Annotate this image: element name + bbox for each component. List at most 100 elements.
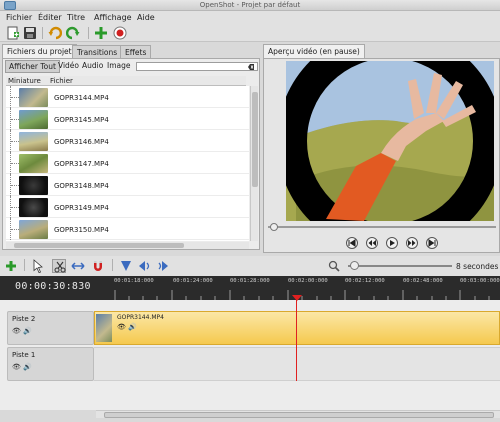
- razor-icon[interactable]: [52, 259, 66, 273]
- scrollbar-handle[interactable]: [252, 92, 258, 187]
- video-thumbnail: [19, 110, 48, 129]
- list-item[interactable]: GOPR3146.MP4: [6, 130, 249, 152]
- ruler-tick-label: 00:01:28:000: [230, 278, 270, 284]
- main-toolbar: [0, 24, 500, 42]
- clear-filter-icon[interactable]: [247, 63, 255, 71]
- track-header-piste-1[interactable]: Piste 1 👁 🔊: [7, 347, 94, 381]
- jump-end-button[interactable]: [426, 237, 438, 249]
- zoom-track: [348, 265, 452, 267]
- tab-transitions[interactable]: Transitions: [72, 45, 123, 58]
- select-pointer-icon[interactable]: [31, 259, 45, 273]
- file-name: GOPR3147.MP4: [54, 160, 109, 168]
- save-icon[interactable]: [23, 26, 37, 40]
- tab-video-preview[interactable]: Aperçu vidéo (en pause): [263, 44, 365, 58]
- filter-audio[interactable]: Audio: [79, 60, 106, 71]
- clip-controls: 👁 🔊: [117, 323, 137, 331]
- list-item[interactable]: GOPR3149.MP4: [6, 196, 249, 218]
- video-thumbnail: [19, 176, 48, 195]
- column-thumbnail[interactable]: Miniature: [8, 77, 41, 85]
- speaker-icon[interactable]: 🔊: [23, 327, 32, 335]
- scrollbar-handle[interactable]: [104, 412, 494, 418]
- ruler-tick-label: 00:01:18:000: [114, 278, 154, 284]
- add-marker-icon[interactable]: [119, 259, 133, 273]
- menu-affichage[interactable]: Affichage: [94, 13, 132, 22]
- play-button[interactable]: [386, 237, 398, 249]
- menu-fichier[interactable]: Fichier: [6, 13, 32, 22]
- timeline-clip[interactable]: GOPR3144.MP4 👁 🔊: [94, 311, 500, 345]
- filter-image[interactable]: Image: [104, 60, 134, 71]
- file-name: GOPR3146.MP4: [54, 138, 109, 146]
- speaker-icon[interactable]: 🔊: [23, 363, 32, 371]
- file-list-horizontal-scrollbar[interactable]: [6, 242, 249, 249]
- toolbar-separator: [24, 259, 25, 271]
- previous-marker-icon[interactable]: [138, 259, 152, 273]
- current-timecode: 00:00:30:830: [15, 281, 91, 292]
- tree-line: [10, 218, 19, 240]
- track-name: Piste 2: [12, 315, 36, 323]
- visibility-eye-icon[interactable]: 👁: [117, 323, 126, 331]
- video-thumbnail: [19, 198, 48, 217]
- visibility-eye-icon[interactable]: 👁: [12, 363, 21, 371]
- track-header-piste-2[interactable]: Piste 2 👁 🔊: [7, 311, 94, 345]
- menu-editer[interactable]: Éditer: [38, 13, 62, 22]
- add-track-icon[interactable]: [4, 259, 18, 273]
- tab-effects[interactable]: Effets: [120, 45, 152, 58]
- track-controls: 👁 🔊: [12, 363, 32, 371]
- seek-knob[interactable]: [270, 223, 278, 231]
- speaker-icon[interactable]: 🔊: [128, 323, 137, 331]
- record-icon[interactable]: [113, 26, 127, 40]
- track-controls: 👁 🔊: [12, 327, 32, 335]
- timeline-horizontal-scrollbar[interactable]: [96, 410, 500, 418]
- scrollbar-handle[interactable]: [14, 243, 184, 248]
- tab-project-files[interactable]: Fichiers du projet: [2, 44, 77, 58]
- track-lane-piste-1[interactable]: [94, 347, 500, 381]
- list-item[interactable]: GOPR3150.MP4: [6, 218, 249, 240]
- toolbar-separator: [112, 259, 113, 271]
- zoom-knob[interactable]: [350, 261, 359, 270]
- timeline-ruler[interactable]: 00:00:30:830 00:01:18:000 00:01:24:000 0…: [0, 276, 500, 300]
- filter-video[interactable]: Vidéo: [55, 60, 82, 71]
- tree-line: [10, 108, 19, 130]
- video-frame-image: [286, 61, 494, 221]
- seek-track: [268, 226, 496, 228]
- menu-bar: Fichier Éditer Titre Affichage Aide: [0, 11, 500, 24]
- menu-titre[interactable]: Titre: [67, 13, 85, 22]
- tree-line: [10, 174, 19, 196]
- rewind-button[interactable]: [366, 237, 378, 249]
- preview-seek-slider[interactable]: [268, 223, 496, 231]
- resize-icon[interactable]: [71, 259, 85, 273]
- zoom-level-label: 8 secondes: [456, 262, 499, 271]
- playhead-marker[interactable]: [292, 295, 302, 301]
- file-list-vertical-scrollbar[interactable]: [250, 86, 258, 241]
- list-item[interactable]: GOPR3147.MP4: [6, 152, 249, 174]
- add-icon[interactable]: [94, 26, 108, 40]
- column-file[interactable]: Fichier: [50, 77, 73, 85]
- jump-start-button[interactable]: [346, 237, 358, 249]
- filter-show-all[interactable]: Afficher Tout: [5, 60, 60, 73]
- list-item[interactable]: GOPR3144.MP4: [6, 86, 249, 108]
- timeline-toolbar: 8 secondes: [0, 256, 500, 276]
- list-item[interactable]: GOPR3145.MP4: [6, 108, 249, 130]
- playhead-line[interactable]: [296, 295, 297, 381]
- timeline-zoom-slider[interactable]: [348, 261, 452, 270]
- file-list-header: Miniature Fichier: [6, 76, 246, 86]
- redo-icon[interactable]: [66, 26, 80, 40]
- video-frame: [286, 61, 494, 221]
- tree-line: [10, 86, 19, 108]
- new-project-icon[interactable]: [6, 26, 20, 40]
- menu-aide[interactable]: Aide: [137, 13, 155, 22]
- ruler-tick-label: 00:01:24:000: [173, 278, 213, 284]
- fast-forward-button[interactable]: [406, 237, 418, 249]
- clip-thumbnail: [96, 314, 112, 342]
- toolbar-separator: [42, 27, 43, 39]
- list-item[interactable]: GOPR3148.MP4: [6, 174, 249, 196]
- file-name: GOPR3149.MP4: [54, 204, 109, 212]
- visibility-eye-icon[interactable]: 👁: [12, 327, 21, 335]
- filter-search-input[interactable]: [136, 62, 258, 71]
- next-marker-icon[interactable]: [157, 259, 171, 273]
- snap-magnet-icon[interactable]: [91, 259, 105, 273]
- undo-icon[interactable]: [48, 26, 62, 40]
- video-thumbnail: [19, 220, 48, 239]
- toolbar-separator: [88, 27, 89, 39]
- tree-line: [10, 196, 19, 218]
